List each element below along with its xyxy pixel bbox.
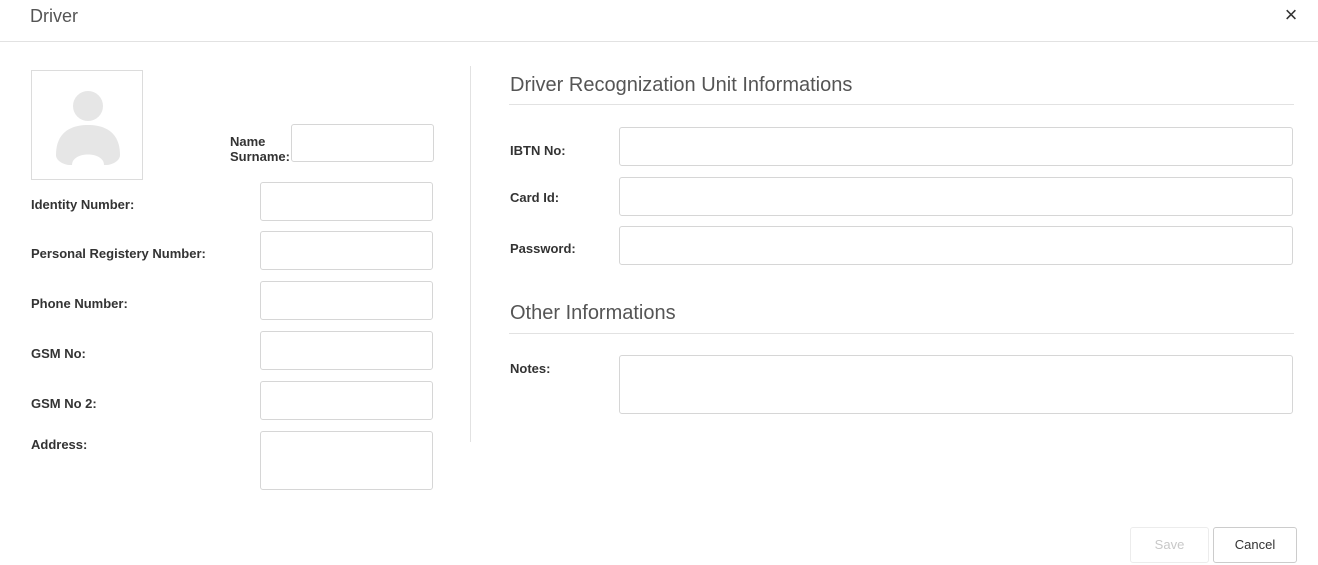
address-textarea[interactable] bbox=[260, 431, 433, 490]
save-button[interactable]: Save bbox=[1130, 527, 1209, 563]
cancel-button[interactable]: Cancel bbox=[1213, 527, 1297, 563]
card-id-input[interactable] bbox=[619, 177, 1293, 216]
dialog-title: Driver bbox=[30, 6, 78, 26]
notes-label: Notes: bbox=[510, 361, 551, 376]
other-section-divider bbox=[509, 333, 1294, 334]
password-label: Password: bbox=[510, 241, 576, 256]
address-label: Address: bbox=[31, 437, 88, 452]
personal-registry-number-input[interactable] bbox=[260, 231, 433, 270]
ibtn-no-input[interactable] bbox=[619, 127, 1293, 166]
gsm-no-2-label: GSM No 2: bbox=[31, 396, 97, 411]
gsm-no-2-input[interactable] bbox=[260, 381, 433, 420]
phone-number-label: Phone Number: bbox=[31, 296, 128, 311]
name-surname-label: Name Surname: bbox=[230, 134, 290, 164]
recognition-section-divider bbox=[509, 104, 1294, 105]
password-input[interactable] bbox=[619, 226, 1293, 265]
avatar[interactable] bbox=[31, 70, 143, 180]
identity-number-label: Identity Number: bbox=[31, 197, 135, 212]
gsm-no-input[interactable] bbox=[260, 331, 433, 370]
identity-number-input[interactable] bbox=[260, 182, 433, 221]
dialog-header: Driver × bbox=[0, 0, 1318, 42]
other-section-title: Other Informations bbox=[510, 302, 676, 324]
recognition-section-title: Driver Recognization Unit Informations bbox=[510, 74, 853, 96]
name-label-line2: Surname: bbox=[230, 149, 290, 164]
gsm-no-label: GSM No: bbox=[31, 346, 86, 361]
phone-number-input[interactable] bbox=[260, 281, 433, 320]
name-label-line1: Name bbox=[230, 134, 266, 149]
driver-dialog: Driver × Name Surname: Identity Number: … bbox=[0, 0, 1318, 565]
user-placeholder-icon bbox=[56, 91, 120, 165]
close-icon[interactable]: × bbox=[1280, 2, 1302, 28]
notes-textarea[interactable] bbox=[619, 355, 1293, 414]
personal-registry-number-label: Personal Registery Number: bbox=[31, 246, 206, 261]
ibtn-no-label: IBTN No: bbox=[510, 143, 566, 158]
card-id-label: Card Id: bbox=[510, 190, 560, 205]
column-divider bbox=[470, 66, 471, 442]
name-surname-input[interactable] bbox=[291, 124, 434, 162]
